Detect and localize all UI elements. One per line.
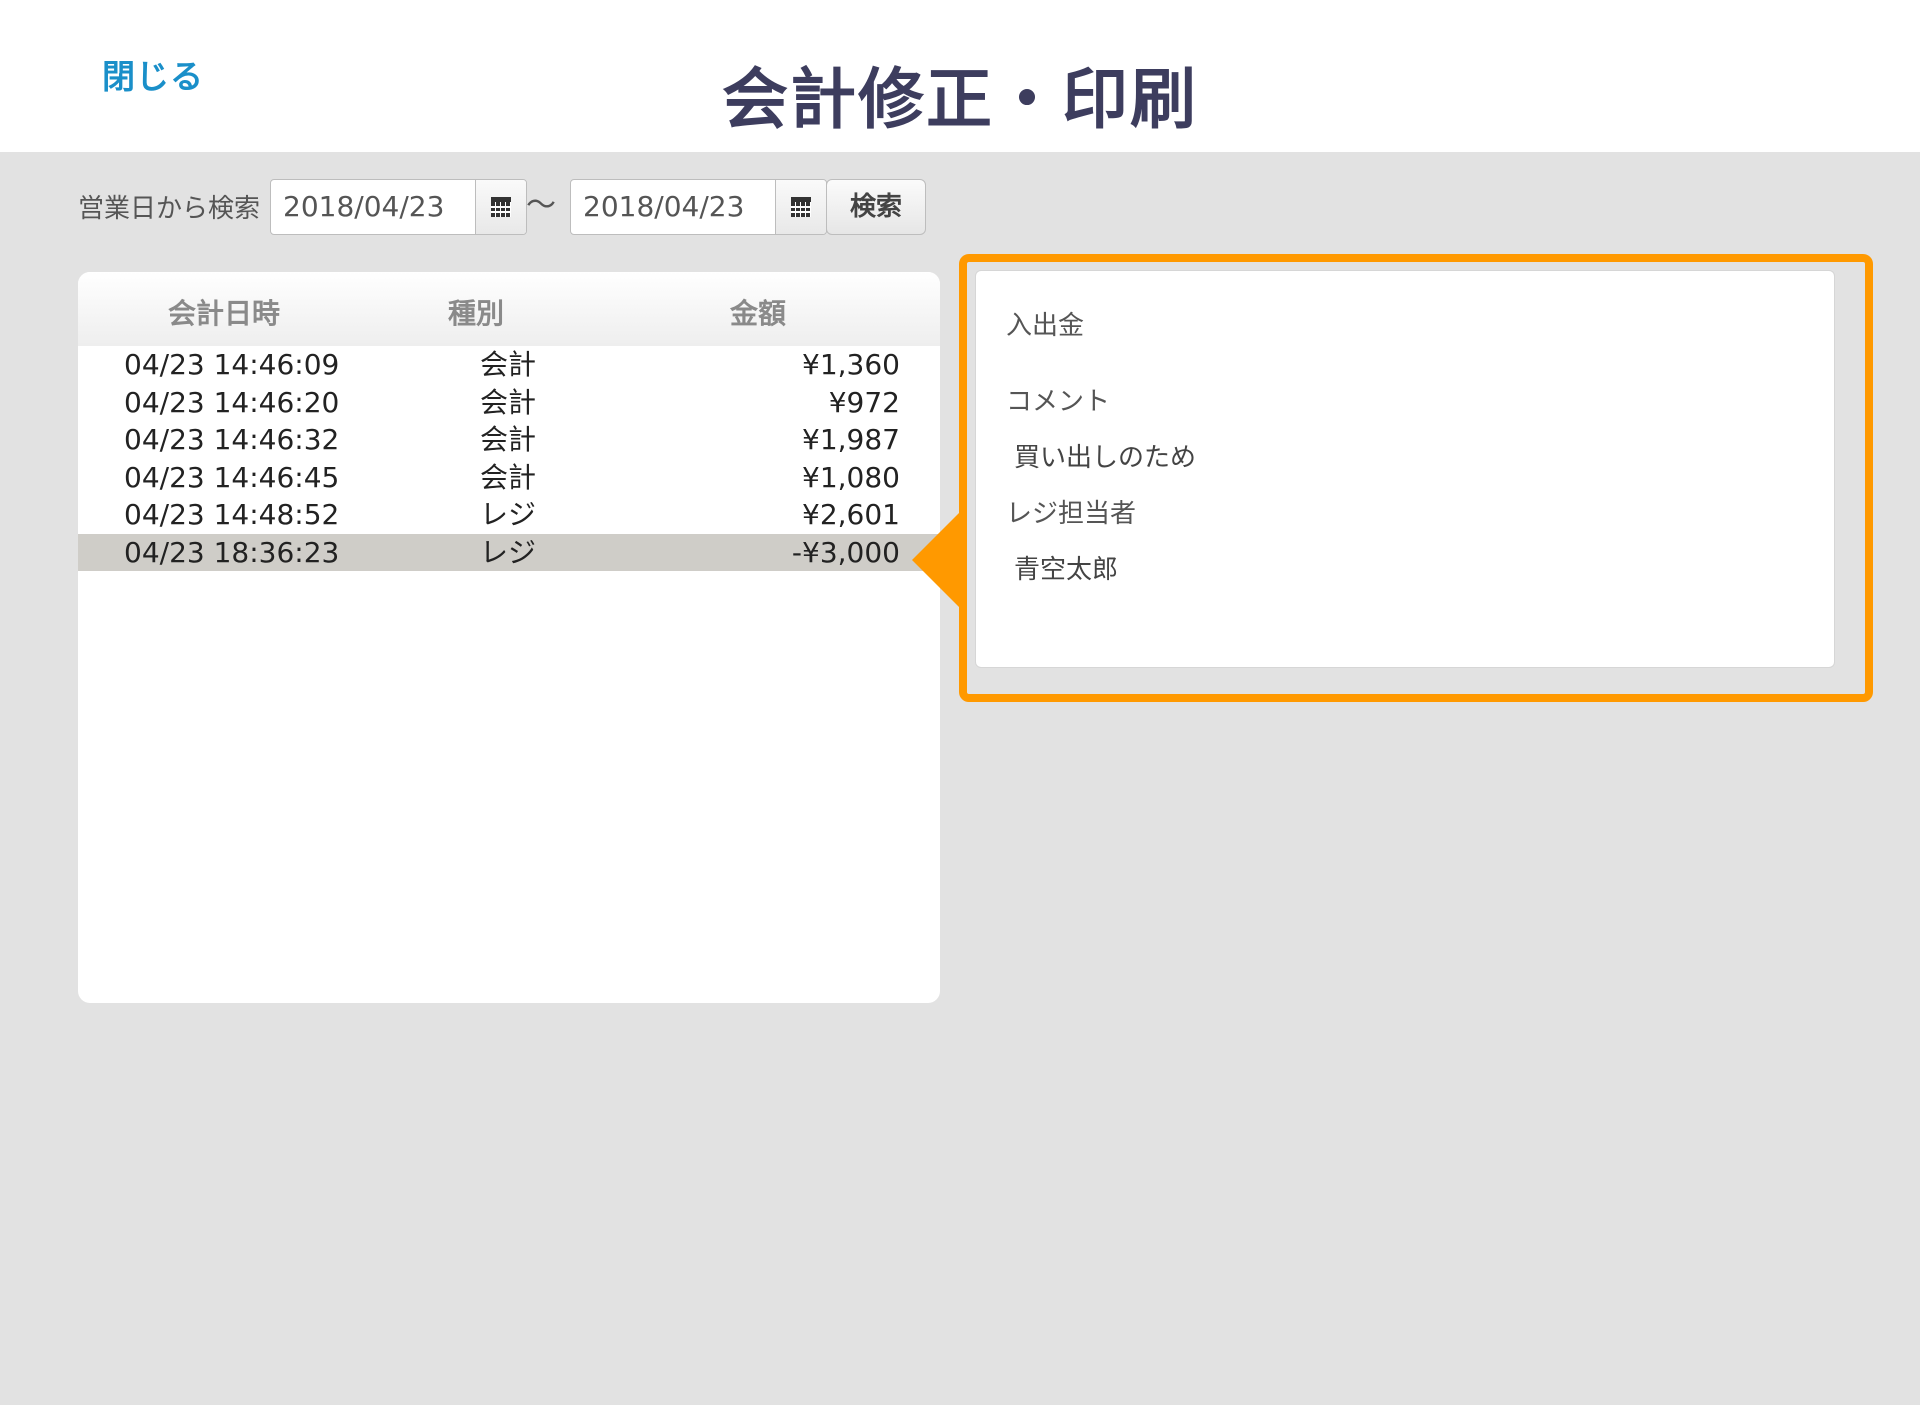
table-row[interactable]: 04/23 14:46:09 会計 ¥1,360 — [78, 346, 940, 384]
comment-value: 買い出しのため — [1014, 443, 1197, 473]
table-header: 会計日時 種別 金額 — [78, 272, 940, 346]
row-amount: -¥3,000 — [791, 535, 900, 569]
calendar-icon — [791, 197, 811, 217]
to-date-input[interactable]: 2018/04/23 — [571, 180, 776, 234]
header-bar: 閉じる 会計修正・印刷 — [0, 0, 1920, 152]
detail-panel: 入出金 コメント 買い出しのため レジ担当者 青空太郎 — [975, 270, 1835, 668]
table-row[interactable]: 04/23 14:46:20 会計 ¥972 — [78, 384, 940, 422]
staff-label: レジ担当者 — [1006, 499, 1137, 529]
table-row[interactable]: 04/23 14:46:32 会計 ¥1,987 — [78, 421, 940, 459]
search-label: 営業日から検索 — [78, 194, 261, 224]
row-datetime: 04/23 18:36:23 — [124, 535, 340, 569]
row-type: レジ — [479, 498, 536, 531]
from-date-input[interactable]: 2018/04/23 — [271, 180, 476, 234]
from-date-field[interactable]: 2018/04/23 — [270, 179, 527, 235]
row-amount: ¥1,080 — [802, 460, 900, 494]
row-datetime: 04/23 14:46:09 — [124, 348, 340, 381]
column-header-amount[interactable]: 金額 — [730, 292, 786, 332]
table-row[interactable]: 04/23 14:46:45 会計 ¥1,080 — [78, 459, 940, 497]
row-amount: ¥972 — [828, 385, 900, 419]
search-button[interactable]: 検索 — [826, 179, 926, 235]
table-row-selected[interactable]: 04/23 18:36:23 レジ -¥3,000 — [78, 533, 940, 571]
row-datetime: 04/23 14:46:45 — [124, 460, 340, 494]
column-header-datetime[interactable]: 会計日時 — [168, 292, 280, 332]
page-title: 会計修正・印刷 — [722, 61, 1198, 138]
date-range-separator: 〜 — [526, 188, 556, 223]
table-body: 04/23 14:46:09 会計 ¥1,360 04/23 14:46:20 … — [78, 346, 940, 571]
table-row[interactable]: 04/23 14:48:52 レジ ¥2,601 — [78, 496, 940, 534]
comment-label: コメント — [1006, 387, 1111, 417]
row-datetime: 04/23 14:46:32 — [124, 423, 340, 456]
row-datetime: 04/23 14:46:20 — [124, 385, 340, 419]
staff-value: 青空太郎 — [1014, 555, 1119, 585]
row-amount: ¥2,601 — [802, 498, 900, 531]
row-datetime: 04/23 14:48:52 — [124, 498, 340, 531]
calendar-icon — [491, 197, 511, 217]
from-date-calendar-button[interactable] — [476, 180, 526, 234]
row-amount: ¥1,360 — [802, 348, 900, 381]
column-header-type[interactable]: 種別 — [448, 292, 504, 332]
transactions-table: 会計日時 種別 金額 04/23 14:46:09 会計 ¥1,360 04/2… — [78, 272, 940, 1003]
transaction-type-label: 入出金 — [1006, 311, 1085, 341]
to-date-calendar-button[interactable] — [776, 180, 826, 234]
detail-pointer-arrow — [912, 510, 962, 610]
row-type: 会計 — [479, 348, 536, 381]
row-amount: ¥1,987 — [802, 423, 900, 456]
to-date-field[interactable]: 2018/04/23 — [570, 179, 827, 235]
detail-highlight-frame: 入出金 コメント 買い出しのため レジ担当者 青空太郎 — [959, 254, 1873, 702]
row-type: 会計 — [479, 460, 536, 494]
row-type: レジ — [479, 535, 536, 569]
row-type: 会計 — [479, 385, 536, 419]
row-type: 会計 — [479, 423, 536, 456]
